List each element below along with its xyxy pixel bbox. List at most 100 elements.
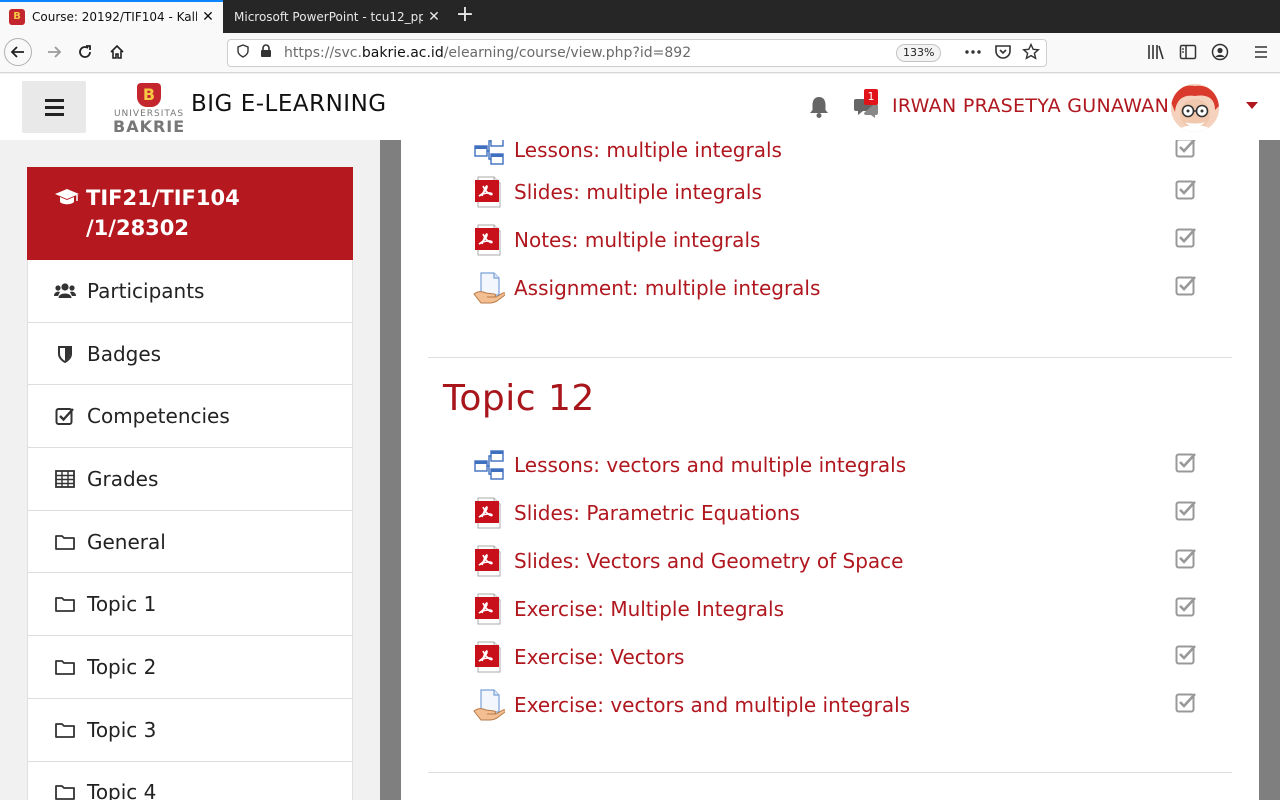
completion-checkbox-icon[interactable] — [1175, 140, 1197, 158]
activity-item[interactable]: Lessons: vectors and multiple integrals — [473, 449, 1233, 489]
completion-checkbox-icon[interactable] — [1175, 595, 1197, 617]
drawer-item-topic-3[interactable]: Topic 3 — [28, 699, 352, 762]
pocket-icon[interactable] — [994, 43, 1012, 65]
activity-item[interactable]: Slides: Vectors and Geometry of Space — [473, 545, 1233, 585]
pdf-icon — [473, 497, 505, 529]
completion-checkbox-icon[interactable] — [1175, 451, 1197, 473]
completion-checkbox-icon[interactable] — [1175, 226, 1197, 248]
drawer-item-participants[interactable]: Participants — [28, 260, 352, 323]
lock-icon[interactable] — [258, 44, 274, 62]
message-count-badge: 1 — [864, 89, 878, 105]
check-square-icon — [54, 406, 76, 426]
library-icon[interactable] — [1147, 43, 1165, 65]
completion-checkbox-icon[interactable] — [1175, 178, 1197, 200]
folder-icon — [54, 594, 76, 614]
drawer-item-topic-2[interactable]: Topic 2 — [28, 636, 352, 699]
logo-mark: B — [137, 83, 161, 107]
activity-item[interactable]: Exercise: Multiple Integrals — [473, 593, 1233, 633]
drawer-item-label: Grades — [87, 466, 159, 491]
completion-checkbox-icon[interactable] — [1175, 547, 1197, 569]
drawer-toggle-button[interactable] — [22, 81, 86, 133]
page-actions-icon[interactable] — [964, 43, 982, 65]
hamburger-line — [44, 112, 64, 116]
url-path: /elearning/course/view.php?id=892 — [443, 45, 692, 61]
url-text[interactable]: https://svc.bakrie.ac.id/elearning/cours… — [284, 45, 691, 61]
completion-checkbox-icon[interactable] — [1175, 691, 1197, 713]
completion-checkbox-icon[interactable] — [1175, 274, 1197, 296]
activity-item[interactable]: Notes: multiple integrals — [473, 224, 1233, 264]
drawer-item-label: Topic 4 — [87, 780, 157, 800]
activity-link[interactable]: Notes: multiple integrals — [514, 228, 760, 252]
arrow-left-icon — [10, 46, 24, 58]
browser-tab-powerpoint[interactable]: Microsoft PowerPoint - tcu12_ppt_ ✕ — [224, 0, 449, 33]
user-avatar[interactable] — [1171, 84, 1219, 132]
course-shortname-line2: /1/28302 — [86, 216, 190, 240]
menu-icon[interactable] — [1252, 43, 1270, 65]
url-prefix: https://svc. — [284, 45, 362, 61]
account-icon[interactable] — [1211, 43, 1229, 65]
activity-link[interactable]: Slides: Vectors and Geometry of Space — [514, 549, 903, 573]
user-fullname[interactable]: IRWAN PRASETYA GUNAWAN — [892, 95, 1169, 117]
section-divider — [428, 772, 1232, 773]
activity-link[interactable]: Exercise: Multiple Integrals — [514, 597, 784, 621]
section-divider — [428, 357, 1232, 358]
site-name[interactable]: BIG E-LEARNING — [191, 91, 387, 117]
graduation-cap-icon — [54, 187, 80, 212]
activity-item[interactable]: Exercise: vectors and multiple integrals — [473, 689, 1233, 729]
drawer-item-topic-4[interactable]: Topic 4 — [28, 762, 352, 800]
drawer-item-label: Topic 3 — [87, 717, 157, 742]
zoom-level-badge[interactable]: 133% — [896, 44, 942, 62]
new-tab-button[interactable]: + — [452, 3, 478, 29]
lesson-icon — [473, 140, 505, 166]
completion-checkbox-icon[interactable] — [1175, 499, 1197, 521]
activity-link[interactable]: Exercise: vectors and multiple integrals — [514, 693, 910, 717]
completion-checkbox-icon[interactable] — [1175, 643, 1197, 665]
address-bar[interactable]: https://svc.bakrie.ac.id/elearning/cours… — [227, 39, 1047, 67]
course-navigation-drawer: TIF21/TIF104 /1/28302 Participants Badge… — [0, 140, 380, 800]
activity-link[interactable]: Exercise: Vectors — [514, 645, 684, 669]
close-tab-icon[interactable]: ✕ — [197, 9, 219, 25]
drawer-item-competencies[interactable]: Competencies — [28, 385, 352, 449]
arrow-right-icon — [48, 46, 62, 58]
drawer-item-badges[interactable]: Badges — [28, 323, 352, 386]
user-menu-caret-icon[interactable] — [1246, 102, 1258, 109]
activity-link[interactable]: Slides: multiple integrals — [514, 180, 762, 204]
activity-link[interactable]: Lessons: vectors and multiple integrals — [514, 453, 906, 477]
site-header: B UNIVERSITAS BAKRIE BIG E-LEARNING IRWA… — [0, 74, 1280, 140]
reload-button[interactable] — [71, 38, 99, 66]
close-tab-icon[interactable]: ✕ — [423, 9, 445, 25]
activity-link[interactable]: Assignment: multiple integrals — [514, 276, 820, 300]
drawer-nav-list: Participants Badges Competencies Grades … — [27, 260, 353, 800]
shield-icon[interactable] — [235, 44, 251, 62]
folder-icon — [54, 720, 76, 740]
activity-item[interactable]: Lessons: multiple integrals — [473, 140, 1233, 174]
activity-item[interactable]: Assignment: multiple integrals — [473, 272, 1233, 312]
activity-item[interactable]: Slides: Parametric Equations — [473, 497, 1233, 537]
university-logo[interactable]: B UNIVERSITAS BAKRIE — [113, 83, 186, 136]
activity-item[interactable]: Exercise: Vectors — [473, 641, 1233, 681]
drawer-item-topic-1[interactable]: Topic 1 — [28, 573, 352, 637]
activity-link[interactable]: Slides: Parametric Equations — [514, 501, 800, 525]
home-button[interactable] — [103, 38, 131, 66]
browser-tab-active[interactable]: B Course: 20192/TIF104 - Kalku ✕ — [0, 0, 223, 33]
notifications-bell-icon[interactable] — [808, 95, 830, 119]
course-shortname-link[interactable]: TIF21/TIF104 /1/28302 — [27, 167, 353, 260]
table-icon — [54, 470, 76, 488]
drawer-item-general[interactable]: General — [28, 511, 352, 574]
sidebar-toggle-icon[interactable] — [1179, 43, 1197, 65]
assignment-icon — [473, 272, 505, 304]
back-button[interactable] — [4, 38, 32, 66]
browser-tab-strip: B Course: 20192/TIF104 - Kalku ✕ Microso… — [0, 0, 1280, 33]
tab-title: Course: 20192/TIF104 - Kalku — [32, 9, 197, 24]
folder-icon — [54, 657, 76, 677]
forward-button[interactable] — [40, 38, 68, 66]
lesson-icon — [473, 449, 505, 481]
activity-item[interactable]: Slides: multiple integrals — [473, 176, 1233, 216]
tab-title: Microsoft PowerPoint - tcu12_ppt_ — [234, 9, 423, 24]
drawer-item-grades[interactable]: Grades — [28, 448, 352, 511]
drawer-item-label: Topic 1 — [87, 592, 157, 617]
pdf-icon — [473, 593, 505, 625]
bookmark-star-icon[interactable] — [1022, 42, 1040, 65]
logo-bottom-text: BAKRIE — [113, 117, 186, 136]
activity-link[interactable]: Lessons: multiple integrals — [514, 140, 782, 162]
